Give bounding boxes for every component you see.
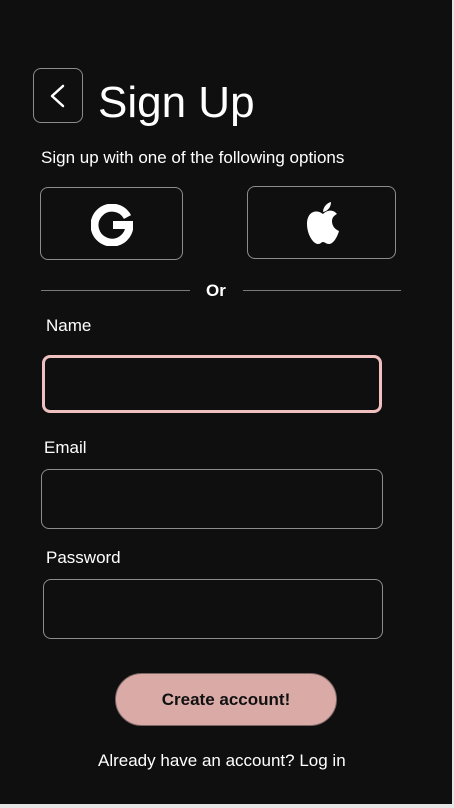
chevron-left-icon: [50, 84, 65, 108]
password-label: Password: [46, 548, 121, 567]
login-link[interactable]: Log in: [299, 751, 345, 770]
signup-screen: Sign Up Sign up with one of the followin…: [0, 0, 454, 808]
google-icon: [91, 204, 133, 246]
password-input[interactable]: [43, 579, 383, 639]
login-prompt: Already have an account? Log in: [98, 751, 346, 771]
apple-icon: [307, 202, 339, 244]
signup-options-subtitle: Sign up with one of the following option…: [41, 148, 345, 167]
email-label: Email: [44, 438, 87, 457]
divider-line-right: [243, 290, 401, 291]
apple-signup-button[interactable]: [247, 186, 396, 259]
back-button[interactable]: [33, 68, 83, 123]
name-label: Name: [46, 316, 92, 335]
page-title: Sign Up: [98, 78, 255, 127]
create-account-button[interactable]: Create account!: [115, 673, 337, 726]
divider-line-left: [41, 290, 190, 291]
divider-or-text: Or: [206, 281, 226, 300]
google-signup-button[interactable]: [40, 187, 183, 260]
name-input[interactable]: [42, 355, 382, 413]
email-input[interactable]: [41, 469, 383, 529]
login-prompt-text: Already have an account?: [98, 751, 295, 770]
